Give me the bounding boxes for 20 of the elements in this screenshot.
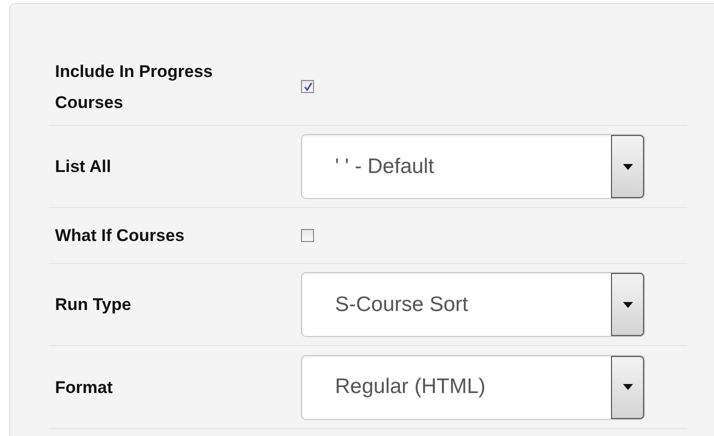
caret-icon bbox=[622, 384, 632, 390]
check-icon bbox=[302, 82, 312, 92]
dropdown[interactable]: Regular (HTML) bbox=[301, 354, 645, 420]
dropdown-arrow-button[interactable] bbox=[611, 356, 644, 418]
field-label: Run Type bbox=[54, 294, 132, 316]
checkbox[interactable] bbox=[301, 229, 314, 242]
field-label: Include In Progress Courses bbox=[54, 60, 214, 114]
field-label: List All bbox=[54, 156, 112, 178]
dropdown-value: ' ' - Default bbox=[334, 154, 436, 180]
field-label: What If Courses bbox=[54, 225, 186, 247]
dropdown-arrow-button[interactable] bbox=[611, 135, 644, 198]
dropdown[interactable]: ' ' - Default bbox=[301, 134, 645, 199]
checkbox[interactable] bbox=[301, 80, 314, 93]
dropdown[interactable]: S-Course Sort bbox=[301, 272, 645, 337]
caret-icon bbox=[622, 164, 632, 170]
caret-icon bbox=[622, 302, 632, 308]
field-label: Format bbox=[54, 376, 114, 398]
dropdown-arrow-button[interactable] bbox=[611, 273, 644, 336]
dropdown-value: S-Course Sort bbox=[334, 292, 470, 318]
dropdown-value: Regular (HTML) bbox=[334, 374, 487, 400]
